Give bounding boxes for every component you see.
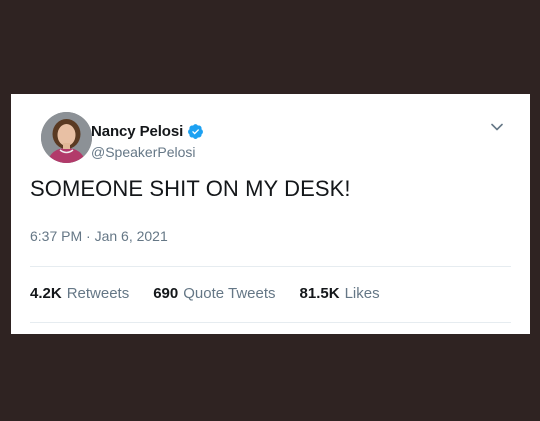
divider xyxy=(30,266,511,267)
retweets-label: Retweets xyxy=(66,285,130,302)
quote-tweets-label: Quote Tweets xyxy=(183,285,276,302)
tweet-timestamp[interactable]: 6:37 PM · Jan 6, 2021 xyxy=(30,228,168,244)
likes-count: 81.5K xyxy=(299,285,340,302)
verified-badge-icon xyxy=(187,123,204,140)
author-handle[interactable]: @SpeakerPelosi xyxy=(91,144,196,160)
avatar[interactable] xyxy=(41,112,92,163)
quote-tweets-stat[interactable]: 690 Quote Tweets xyxy=(153,285,275,302)
chevron-down-icon[interactable] xyxy=(490,120,504,134)
quote-tweets-count: 690 xyxy=(153,285,179,302)
retweets-count: 4.2K xyxy=(30,285,62,302)
display-name[interactable]: Nancy Pelosi xyxy=(91,123,183,140)
tweet-stats: 4.2K Retweets 690 Quote Tweets 81.5K Lik… xyxy=(30,285,404,302)
author-name-row: Nancy Pelosi xyxy=(91,121,204,141)
likes-stat[interactable]: 81.5K Likes xyxy=(300,285,380,302)
tweet-card: Nancy Pelosi @SpeakerPelosi SOMEONE SHIT… xyxy=(11,94,530,334)
retweets-stat[interactable]: 4.2K Retweets xyxy=(30,285,129,302)
divider xyxy=(30,322,511,323)
likes-label: Likes xyxy=(344,285,380,302)
tweet-text: SOMEONE SHIT ON MY DESK! xyxy=(30,176,351,201)
